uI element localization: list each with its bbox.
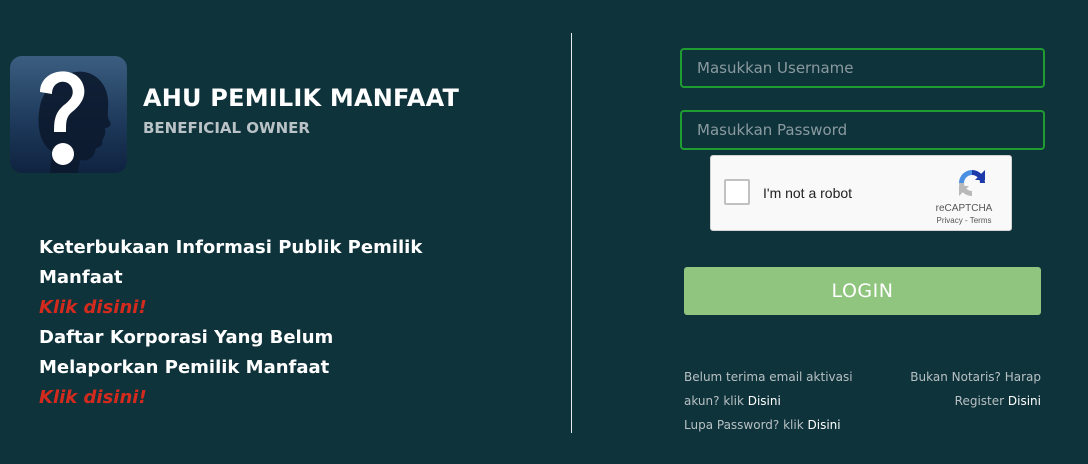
activation-disini-link[interactable]: Disini bbox=[748, 394, 781, 408]
recaptcha-icon bbox=[959, 170, 985, 196]
brand-title: AHU PEMILIK MANFAAT bbox=[143, 84, 460, 112]
recaptcha-checkbox[interactable] bbox=[724, 179, 750, 205]
recaptcha-widget: I'm not a robot reCAPTCHA Privacy - Term… bbox=[710, 155, 1012, 231]
password-input[interactable] bbox=[680, 110, 1045, 150]
info-text-keterbukaan: Keterbukaan Informasi Publik Pemilik Man… bbox=[39, 237, 423, 288]
register-disini-link[interactable]: Disini bbox=[1008, 394, 1041, 408]
forgot-password-help: Lupa Password? klik Disini bbox=[684, 413, 841, 437]
klik-disini-link-keterbukaan[interactable]: Klik disini! bbox=[39, 293, 459, 323]
lupa-password-text: Lupa Password? klik bbox=[684, 418, 804, 432]
brand-subtitle: BENEFICIAL OWNER bbox=[143, 119, 310, 137]
recaptcha-terms-link[interactable]: Privacy - Terms bbox=[929, 216, 999, 225]
recaptcha-brand: reCAPTCHA bbox=[935, 203, 993, 214]
register-help: Bukan Notaris? Harap Register Disini bbox=[881, 365, 1041, 413]
info-text-daftar-korporasi: Daftar Korporasi Yang Belum Melaporkan P… bbox=[39, 327, 334, 378]
recaptcha-label: I'm not a robot bbox=[763, 185, 853, 201]
login-button[interactable]: LOGIN bbox=[684, 267, 1041, 315]
username-input[interactable] bbox=[680, 48, 1045, 88]
activation-help: Belum terima email aktivasi akun? klik D… bbox=[684, 365, 884, 413]
vertical-divider bbox=[571, 33, 572, 433]
klik-disini-link-daftar[interactable]: Klik disini! bbox=[39, 383, 459, 413]
lupa-disini-link[interactable]: Disini bbox=[808, 418, 841, 432]
logo-icon bbox=[10, 56, 127, 173]
info-links: Keterbukaan Informasi Publik Pemilik Man… bbox=[39, 233, 459, 413]
